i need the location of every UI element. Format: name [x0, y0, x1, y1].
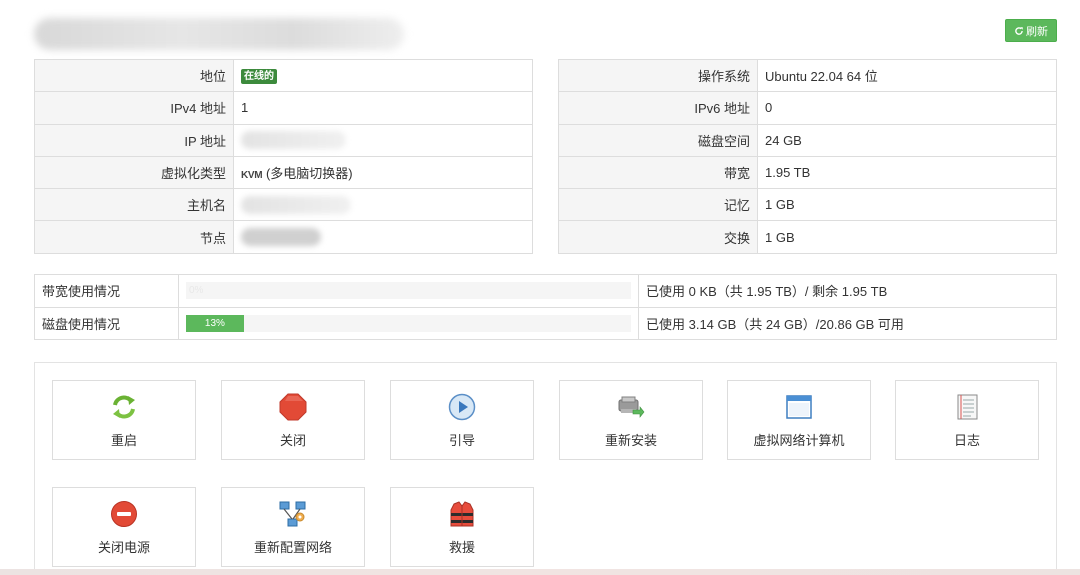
actions-panel: 重启 关闭 引导 重新安装 虚拟网络计算机 日志 关闭电源 重新配置网络 救援 [34, 362, 1057, 575]
table-row: 带宽使用情况 0% 已使用 0 KB（共 1.95 TB）/ 剩余 1.95 T… [34, 274, 1057, 308]
usage-table: 带宽使用情况 0% 已使用 0 KB（共 1.95 TB）/ 剩余 1.95 T… [34, 274, 1057, 340]
table-row: 交换 1 GB [558, 220, 1057, 254]
table-row: IPv4 地址 1 [34, 91, 533, 125]
reinstall-button[interactable]: 重新安装 [559, 380, 703, 460]
os-value: Ubuntu 22.04 64 位 [757, 58, 1057, 93]
table-row: 磁盘使用情况 13% 已使用 3.14 GB（共 24 GB）/20.86 GB… [34, 306, 1057, 340]
node-value-redacted [241, 228, 321, 247]
table-row: 节点 [34, 220, 533, 254]
power-off-icon [109, 499, 139, 529]
boot-label: 引导 [448, 433, 475, 448]
node-label: 节点 [34, 220, 234, 254]
memory-value: 1 GB [757, 188, 1057, 222]
ipv6-value: 0 [757, 91, 1057, 125]
server-info-table-right: 操作系统 Ubuntu 22.04 64 位 IPv6 地址 0 磁盘空间 24… [558, 58, 1057, 254]
virtualization-label: 虚拟化类型 [34, 155, 234, 190]
swap-value: 1 GB [757, 220, 1057, 254]
table-row: 磁盘空间 24 GB [558, 123, 1057, 157]
refresh-button[interactable]: 刷新 [1005, 19, 1057, 42]
boot-button[interactable]: 引导 [390, 380, 534, 460]
boot-icon [447, 392, 477, 422]
status-label: 地位 [34, 58, 234, 93]
rescue-label: 救援 [448, 540, 475, 555]
kvm-logo-icon: KVM [241, 170, 263, 182]
bandwidth-usage-detail: 已使用 0 KB（共 1.95 TB）/ 剩余 1.95 TB [638, 274, 1057, 308]
ipv4-value: 1 [233, 91, 533, 125]
bottom-edge [0, 569, 1080, 575]
disk-progress-bar: 13% [186, 314, 631, 332]
ipv6-label: IPv6 地址 [558, 91, 758, 125]
log-button[interactable]: 日志 [895, 380, 1039, 460]
network-config-icon [278, 499, 308, 529]
rescue-icon [447, 499, 477, 529]
restart-button[interactable]: 重启 [52, 380, 196, 460]
swap-label: 交换 [558, 220, 758, 254]
refresh-icon [1015, 26, 1023, 35]
shutdown-label: 关闭 [279, 433, 306, 448]
vnc-window-icon [784, 392, 814, 422]
bandwidth-progress-bar: 0% [186, 282, 631, 300]
bandwidth-usage-label: 带宽使用情况 [34, 274, 179, 308]
table-row: 地位 在线的 [34, 58, 533, 93]
power-off-button[interactable]: 关闭电源 [52, 487, 196, 567]
bandwidth-label: 带宽 [558, 155, 758, 190]
network-config-button[interactable]: 重新配置网络 [221, 487, 365, 567]
table-row: 操作系统 Ubuntu 22.04 64 位 [558, 58, 1057, 93]
disk-value: 24 GB [757, 123, 1057, 157]
vnc-label: 虚拟网络计算机 [753, 433, 845, 448]
rescue-button[interactable]: 救援 [390, 487, 534, 567]
hostname-label: 主机名 [34, 188, 234, 222]
table-row: 主机名 [34, 188, 533, 222]
table-row: 带宽 1.95 TB [558, 155, 1057, 190]
restart-icon [109, 392, 139, 422]
memory-label: 记忆 [558, 188, 758, 222]
ipv4-label: IPv4 地址 [34, 91, 234, 125]
disk-label: 磁盘空间 [558, 123, 758, 157]
reinstall-label: 重新安装 [604, 433, 657, 448]
server-info-table-left: 地位 在线的 IPv4 地址 1 IP 地址 虚拟化类型 KVM (多电脑切换器… [34, 58, 533, 254]
status-badge: 在线的 [241, 69, 277, 85]
virtualization-value: (多电脑切换器) [265, 166, 353, 182]
table-row: IPv6 地址 0 [558, 91, 1057, 125]
disk-usage-label: 磁盘使用情况 [34, 306, 179, 340]
vnc-button[interactable]: 虚拟网络计算机 [727, 380, 871, 460]
ip-value-redacted [241, 131, 346, 150]
disk-progress-fill: 13% [186, 314, 244, 332]
table-row: 记忆 1 GB [558, 188, 1057, 222]
ip-label: IP 地址 [34, 123, 234, 157]
reinstall-icon [616, 392, 646, 422]
restart-label: 重启 [110, 433, 137, 448]
disk-usage-detail: 已使用 3.14 GB（共 24 GB）/20.86 GB 可用 [638, 306, 1057, 340]
server-title-redacted [34, 18, 404, 50]
table-row: IP 地址 [34, 123, 533, 157]
log-label: 日志 [953, 433, 980, 448]
stop-icon [278, 392, 308, 422]
log-icon [952, 392, 982, 422]
shutdown-button[interactable]: 关闭 [221, 380, 365, 460]
os-label: 操作系统 [558, 58, 758, 93]
power-off-label: 关闭电源 [97, 540, 150, 555]
network-config-label: 重新配置网络 [253, 540, 332, 555]
refresh-label: 刷新 [1026, 25, 1048, 38]
bandwidth-value: 1.95 TB [757, 155, 1057, 190]
bandwidth-progress-fill: 0% [189, 285, 204, 297]
hostname-value-redacted [241, 195, 351, 214]
table-row: 虚拟化类型 KVM (多电脑切换器) [34, 155, 533, 190]
